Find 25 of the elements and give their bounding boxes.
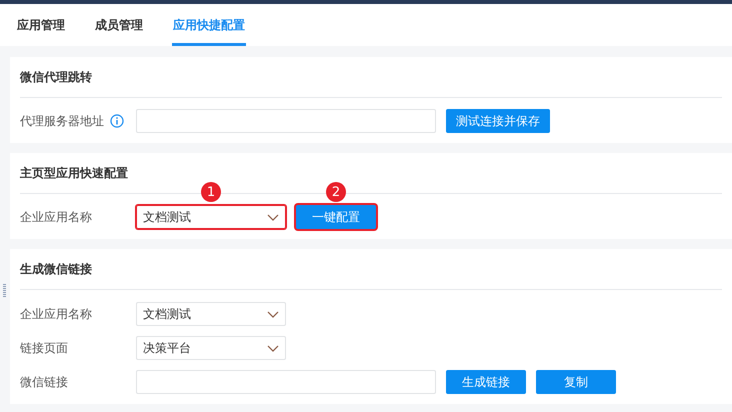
dropdown-field[interactable]: 决策平台 bbox=[136, 336, 286, 360]
chevron-down-icon bbox=[267, 344, 279, 352]
field-label: 微信链接 bbox=[20, 374, 68, 390]
dropdown-value: 文档测试 bbox=[143, 208, 191, 226]
chevron-down-icon bbox=[267, 214, 279, 220]
step-badge: 2 bbox=[326, 182, 346, 202]
chevron-down-icon bbox=[267, 310, 279, 318]
field-label: 企业应用名称 bbox=[20, 208, 92, 226]
field-label: 代理服务器地址 bbox=[20, 112, 104, 130]
field-label: 链接页面 bbox=[20, 340, 68, 356]
dropdown-value: 文档测试 bbox=[143, 306, 191, 322]
drag-handle-icon[interactable] bbox=[3, 284, 6, 298]
section-title: 微信代理跳转 bbox=[20, 68, 92, 86]
text-field[interactable] bbox=[136, 370, 436, 394]
tab[interactable]: 成员管理 bbox=[94, 4, 144, 46]
dropdown-field[interactable]: 文档测试 bbox=[136, 302, 286, 326]
dropdown-value: 决策平台 bbox=[143, 340, 191, 356]
text-field[interactable] bbox=[136, 109, 436, 133]
info-icon[interactable] bbox=[110, 114, 124, 128]
section-title: 生成微信链接 bbox=[20, 260, 92, 278]
dropdown-field[interactable]: 文档测试 bbox=[136, 205, 286, 229]
tab[interactable]: 应用管理 bbox=[16, 4, 66, 46]
field-label: 企业应用名称 bbox=[20, 306, 92, 322]
section-title: 主页型应用快速配置 bbox=[20, 164, 128, 182]
step-badge: 1 bbox=[201, 182, 221, 202]
